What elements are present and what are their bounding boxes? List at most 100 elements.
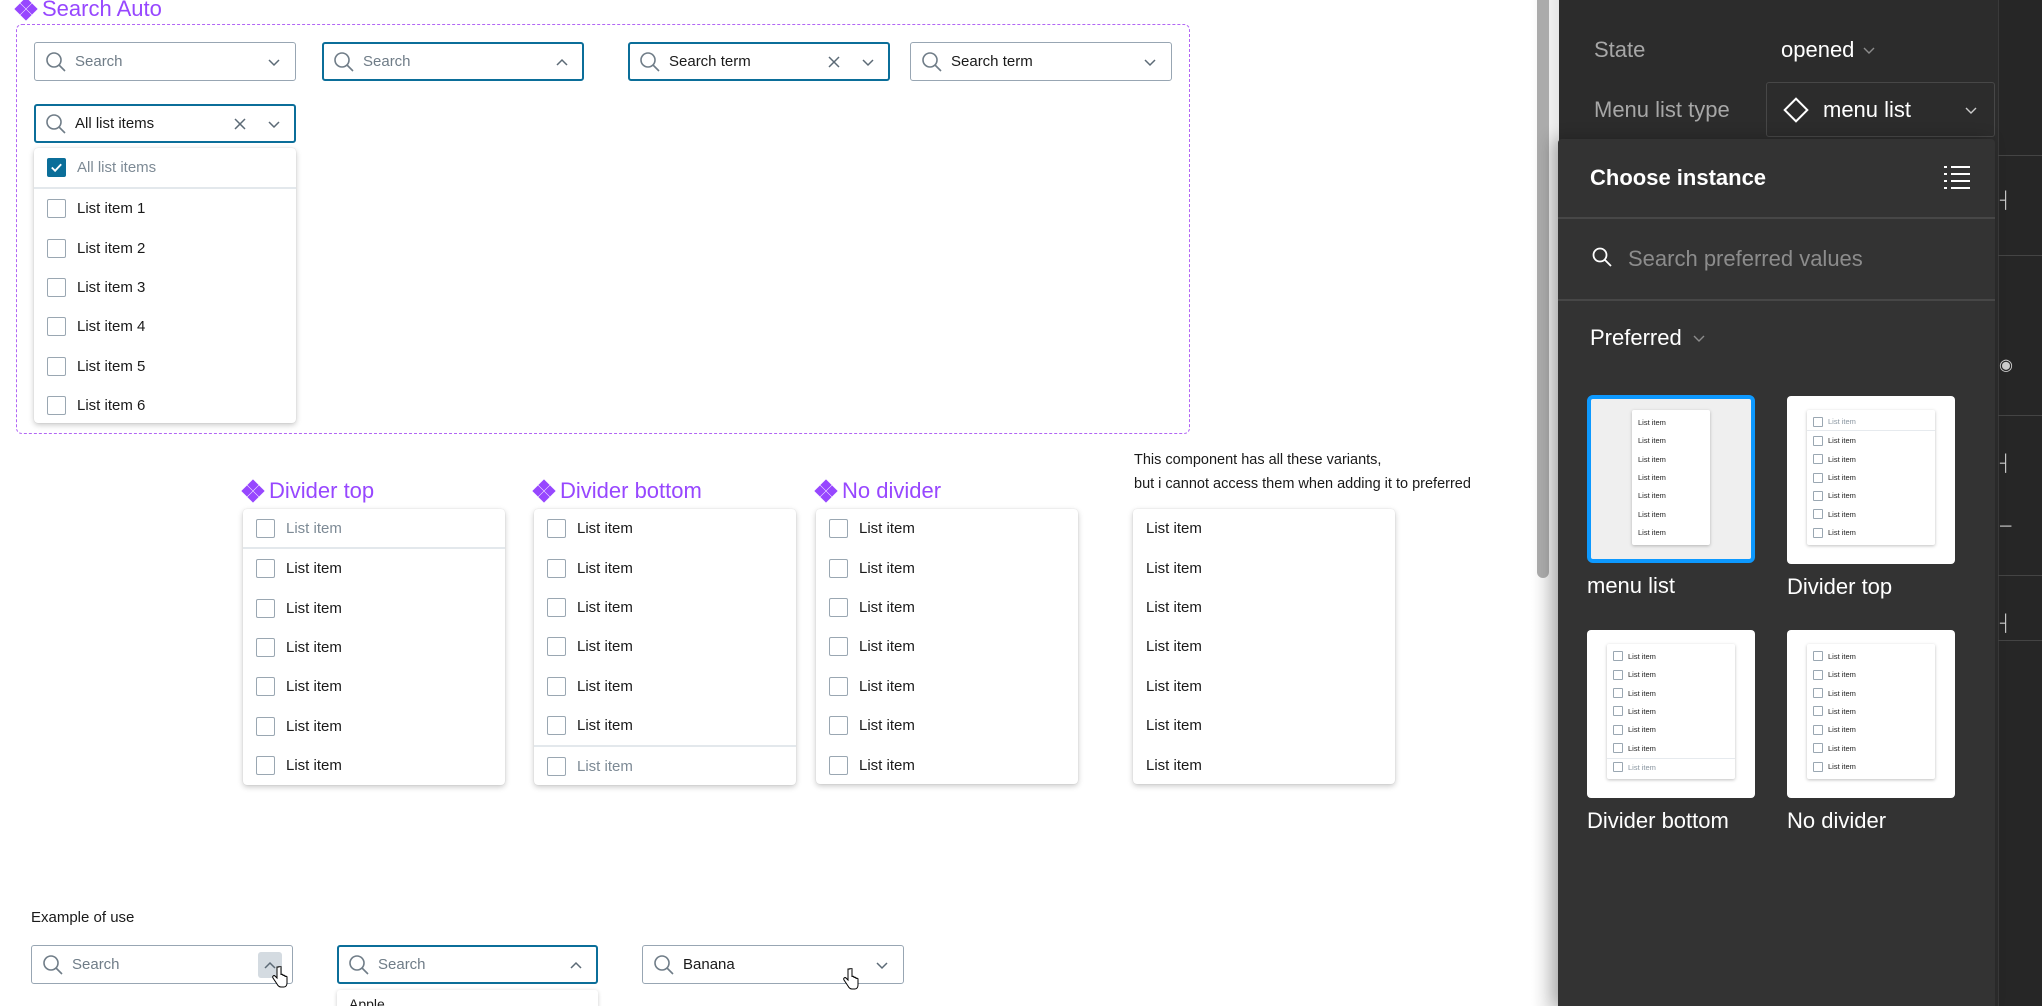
search-field-focused-open[interactable]: Search [322,42,584,81]
checkbox[interactable] [829,637,848,657]
list-item[interactable]: List item 1 [34,189,296,228]
checkbox[interactable] [547,676,566,696]
plus-icon[interactable]: ┤ [2000,192,2011,210]
list-item[interactable]: List item [243,628,505,667]
instance-tile-no-divider[interactable]: List item List item List item List item … [1787,630,1955,834]
chevron-down-icon[interactable] [1139,51,1161,73]
list-item[interactable]: List item [1133,745,1395,784]
checkbox[interactable] [47,396,66,416]
list-view-icon[interactable] [1944,165,1970,189]
checkbox[interactable] [47,356,66,376]
list-item[interactable]: List item [243,667,505,706]
checkbox[interactable] [547,716,566,736]
checkbox[interactable] [829,716,848,736]
search-field-multiselect[interactable]: All list items [34,104,296,143]
checkbox[interactable] [47,199,66,219]
list-item[interactable]: List item [816,745,1078,784]
list-item[interactable]: List item 6 [34,386,296,423]
list-item-footer[interactable]: List item [534,745,796,785]
checkbox[interactable] [829,519,848,539]
checkbox-checked[interactable] [47,158,66,177]
list-item[interactable]: List item [816,509,1078,548]
clear-icon[interactable] [229,113,251,135]
list-item[interactable]: List item [816,588,1078,627]
checkbox[interactable] [547,597,566,617]
instance-tile-divider-top[interactable]: List item List item List item List item … [1787,396,1955,600]
list-item[interactable]: List item 4 [34,307,296,346]
checkbox[interactable] [256,716,275,736]
checkbox[interactable] [547,558,566,578]
search-field-filled-focused[interactable]: Search term [628,42,890,81]
search-field-default[interactable]: Search [34,42,296,81]
clear-icon[interactable] [823,51,845,73]
plus-icon[interactable]: ┤ [2000,455,2011,473]
example-search-field-hover[interactable]: Search [31,945,293,984]
chevron-down-icon[interactable] [871,954,893,976]
chevron-down-icon[interactable] [263,113,285,135]
list-item[interactable]: List item [1133,706,1395,745]
checkbox[interactable] [829,558,848,578]
chevron-up-icon[interactable] [565,954,587,976]
list-item[interactable]: List item 2 [34,228,296,267]
checkbox[interactable] [547,756,566,776]
instance-tile-divider-bottom[interactable]: List item List item List item List item … [1587,630,1755,834]
chevron-down-icon[interactable] [263,51,285,73]
checkbox[interactable] [256,559,275,579]
canvas-scrollbar[interactable] [1537,0,1549,578]
list-item[interactable]: List item [534,509,796,548]
component-title-divider-bottom[interactable]: Divider bottom [532,478,702,504]
checkbox[interactable] [256,598,275,618]
list-item[interactable]: List item [243,707,505,746]
list-item[interactable]: List item [534,627,796,666]
design-canvas[interactable]: Search Auto Search Search Search term Se… [0,0,1540,1006]
list-item[interactable]: List item [1133,509,1395,548]
list-item[interactable]: List item [1133,548,1395,587]
list-item[interactable]: List item 5 [34,347,296,386]
component-title-no-divider[interactable]: No divider [814,478,941,504]
select-all-option[interactable]: All list items [34,148,296,189]
chevron-down-icon[interactable] [857,51,879,73]
checkbox[interactable] [256,637,275,657]
search-field-filled[interactable]: Search term [910,42,1172,81]
example-search-field-filled[interactable]: Banana [642,945,904,984]
list-item[interactable]: List item [1133,627,1395,666]
checkbox[interactable] [256,518,275,538]
instance-tile-menu-list[interactable]: List item List item List item List item … [1587,395,1755,599]
component-title-search-auto[interactable]: Search Auto [14,0,162,22]
minus-icon[interactable]: ─ [2000,518,2011,536]
list-item[interactable]: List item [534,548,796,587]
list-item[interactable]: List item [534,667,796,706]
checkbox[interactable] [547,519,566,539]
checkbox[interactable] [829,676,848,696]
menu-list-type-select[interactable]: menu list [1766,82,1995,137]
component-title-divider-top[interactable]: Divider top [241,478,374,504]
example-dropdown-partial[interactable]: Apple [337,990,598,1006]
checkbox[interactable] [47,238,66,258]
checkbox[interactable] [829,597,848,617]
checkbox[interactable] [47,277,66,297]
eye-icon[interactable]: ◉ [1999,355,2013,375]
search-preferred-input[interactable] [1628,246,1968,272]
list-item[interactable]: List item [534,706,796,745]
list-item[interactable]: List item [816,548,1078,587]
list-item[interactable]: List item [1133,667,1395,706]
preferred-section-toggle[interactable]: Preferred [1590,325,1706,351]
checkbox[interactable] [829,755,848,775]
list-item[interactable]: List item [243,746,505,785]
checkbox[interactable] [256,756,275,776]
example-search-field-open[interactable]: Search [337,945,598,984]
plus-icon[interactable]: ┤ [2000,615,2011,633]
list-item[interactable]: List item [816,627,1078,666]
list-item[interactable]: List item [816,667,1078,706]
chevron-up-icon[interactable] [551,51,573,73]
list-item[interactable]: List item [816,706,1078,745]
checkbox[interactable] [547,637,566,657]
list-item-header[interactable]: List item [243,509,505,549]
list-item[interactable]: List item 3 [34,268,296,307]
checkbox[interactable] [47,317,66,337]
list-item[interactable]: List item [534,588,796,627]
checkbox[interactable] [256,677,275,697]
list-item[interactable]: List item [1133,588,1395,627]
list-item[interactable]: List item [243,588,505,627]
state-select[interactable]: opened [1781,37,1876,63]
